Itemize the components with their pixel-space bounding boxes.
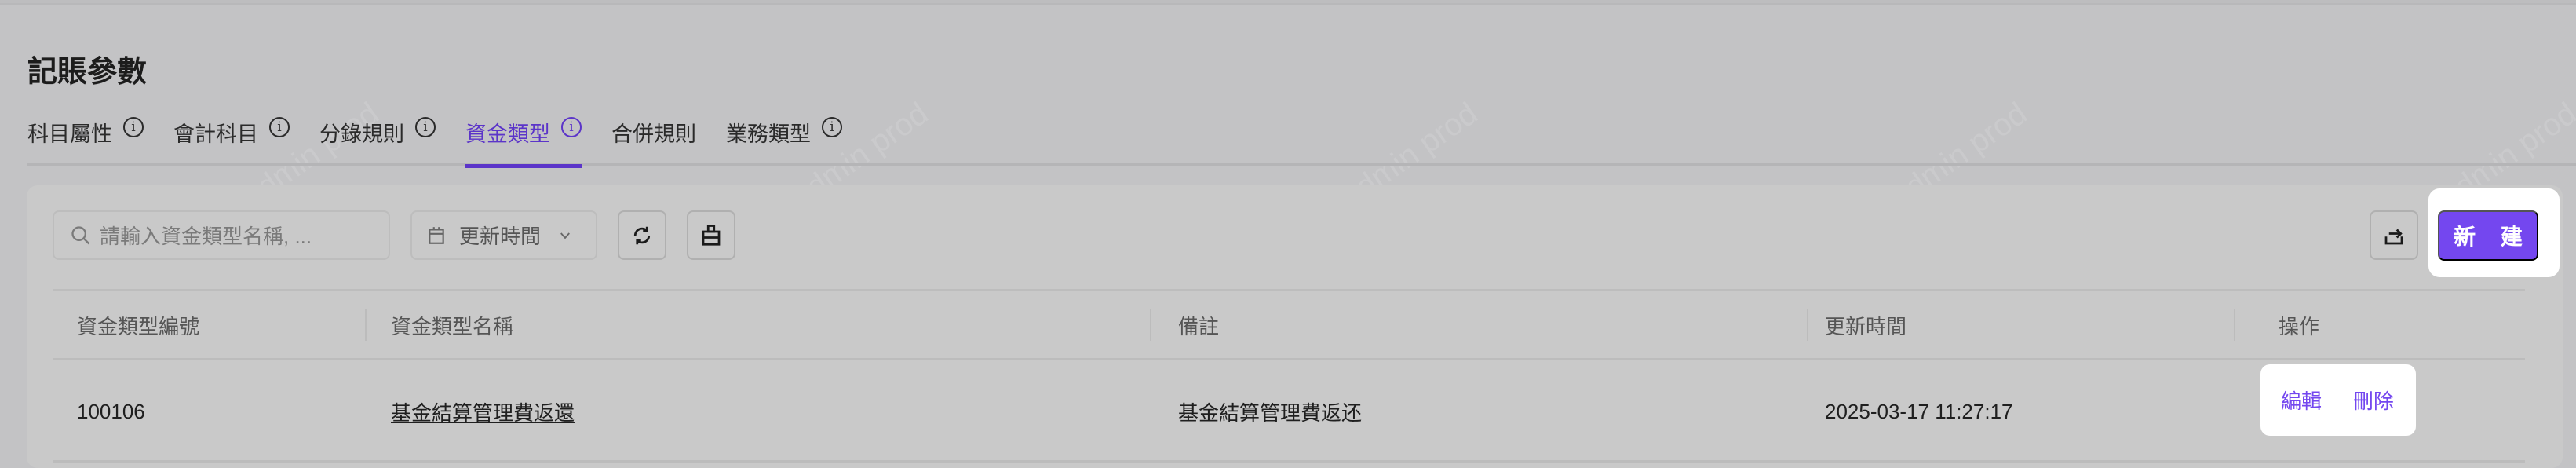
date-filter-label: 更新時間 [459, 225, 542, 248]
cell-remark: 基金結算管理費返还 [1178, 400, 1363, 425]
tab-fund-types[interactable]: 資金類型 i [465, 114, 582, 168]
info-icon[interactable]: i [561, 117, 582, 137]
info-icon[interactable]: i [415, 117, 436, 137]
tab-entry-rules[interactable]: 分錄規則 i [319, 114, 436, 166]
info-icon[interactable]: i [123, 117, 144, 137]
top-bar [0, 0, 2576, 5]
tab-label: 分錄規則 [319, 122, 404, 146]
search-placeholder: 請輸入資金類型名稱, ... [100, 225, 312, 248]
new-button[interactable]: 新 建 [2438, 210, 2538, 261]
chevron-down-icon [560, 232, 570, 239]
calendar-icon [429, 226, 444, 244]
column-header-remark: 備註 [1178, 314, 1220, 338]
column-divider [1150, 309, 1151, 341]
tab-bar: 科目屬性 i 會計科目 i 分錄規則 i 資金類型 i 合併規則 業務類型 i [27, 114, 2576, 168]
export-icon [2384, 229, 2403, 244]
tab-label: 業務類型 [726, 122, 811, 146]
table-row: 100106 基金結算管理費返還 基金結算管理費返还 2025-03-17 11… [53, 360, 2525, 463]
refresh-button[interactable] [618, 210, 666, 260]
export-button[interactable] [2370, 210, 2418, 260]
refresh-icon [633, 226, 651, 244]
date-filter-select[interactable]: 更新時間 [410, 210, 597, 260]
page-title: 記賬參數 [27, 56, 148, 89]
tab-label: 資金類型 [465, 122, 550, 146]
column-header-updated: 更新時間 [1825, 314, 1907, 338]
tab-merge-rules[interactable]: 合併規則 [611, 114, 696, 166]
search-icon [71, 225, 90, 244]
tab-label: 合併規則 [611, 122, 696, 146]
column-header-code: 資金類型編號 [77, 314, 200, 338]
tab-subject-attributes[interactable]: 科目屬性 i [27, 114, 144, 166]
column-header-name: 資金類型名稱 [391, 314, 514, 338]
highlight-actions: 編輯 刪除 [2260, 364, 2416, 436]
cell-updated: 2025-03-17 11:27:17 [1825, 399, 2013, 423]
info-icon[interactable]: i [269, 117, 290, 137]
edit-link[interactable]: 編輯 [2281, 364, 2322, 436]
clear-filter-button[interactable] [687, 210, 735, 260]
tab-accounting-subjects[interactable]: 會計科目 i [173, 114, 290, 166]
clear-brush-icon [702, 224, 721, 246]
search-input[interactable]: 請輸入資金類型名稱, ... [53, 210, 390, 260]
tab-label: 會計科目 [173, 122, 258, 146]
column-divider [2234, 309, 2235, 341]
tab-business-types[interactable]: 業務類型 i [726, 114, 842, 166]
column-divider [1807, 309, 1808, 341]
column-divider [365, 309, 367, 341]
cell-code: 100106 [77, 399, 145, 423]
tab-label: 科目屬性 [27, 122, 112, 146]
cell-name-link[interactable]: 基金結算管理費返還 [391, 360, 575, 463]
info-icon[interactable]: i [822, 117, 842, 137]
table-header: 資金類型編號 資金類型名稱 備註 更新時間 操作 [53, 289, 2525, 360]
delete-link[interactable]: 刪除 [2353, 364, 2394, 436]
column-header-actions: 操作 [2279, 314, 2320, 338]
